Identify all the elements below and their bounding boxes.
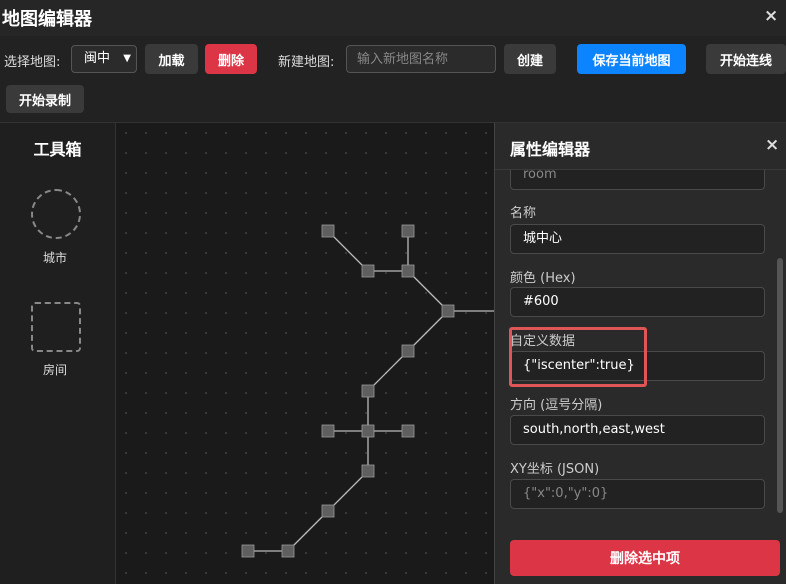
close-icon[interactable]: × — [765, 135, 779, 155]
map-node — [401, 224, 415, 238]
select-map-label: 选择地图: — [4, 55, 61, 70]
map-node — [241, 544, 255, 558]
map-node — [321, 504, 335, 518]
toolbox: 工具箱 城市 房间 — [0, 123, 116, 584]
save-map-button[interactable]: 保存当前地图 — [577, 44, 686, 74]
start-record-button[interactable]: 开始录制 — [6, 85, 84, 113]
title-bar: 地图编辑器 × — [0, 0, 786, 36]
map-node — [281, 544, 295, 558]
map-node — [401, 344, 415, 358]
city-tool-icon[interactable] — [31, 189, 81, 239]
close-icon[interactable]: × — [764, 6, 778, 26]
chevron-down-icon: ▼ — [123, 53, 131, 64]
custom-data-label: 自定义数据 — [510, 334, 576, 349]
property-editor: 属性编辑器 × room 名称 城中心 颜色 (Hex) #600 自定义数据 … — [494, 123, 786, 584]
map-node — [321, 224, 335, 238]
name-label: 名称 — [510, 206, 537, 221]
map-graph[interactable] — [116, 123, 496, 584]
map-node — [401, 424, 415, 438]
map-node — [361, 424, 375, 438]
xy-label: XY坐标 (JSON) — [510, 462, 600, 477]
name-field[interactable]: 城中心 — [510, 224, 765, 254]
color-field[interactable]: #600 — [510, 287, 765, 317]
property-editor-body: room 名称 城中心 颜色 (Hex) #600 自定义数据 {"iscent… — [495, 170, 786, 522]
map-node — [441, 304, 455, 318]
room-tool-label: 房间 — [42, 363, 67, 377]
map-select-value: 闽中 — [84, 51, 111, 66]
start-link-button[interactable]: 开始连线 — [706, 44, 786, 74]
window-title: 地图编辑器 — [2, 9, 92, 30]
type-field[interactable]: room — [510, 170, 765, 190]
city-tool-label: 城市 — [42, 251, 67, 265]
map-node — [361, 264, 375, 278]
new-map-label: 新建地图: — [278, 55, 335, 70]
color-label: 颜色 (Hex) — [510, 271, 576, 286]
delete-map-button[interactable]: 删除 — [205, 44, 257, 74]
new-map-name-input[interactable] — [346, 45, 496, 73]
map-select[interactable]: 闽中 ▼ — [71, 45, 137, 73]
xy-field[interactable]: {"x":0,"y":0} — [510, 479, 765, 509]
map-node — [321, 424, 335, 438]
map-node — [361, 464, 375, 478]
property-editor-title: 属性编辑器 — [510, 140, 591, 159]
map-node — [361, 384, 375, 398]
toolbox-title: 工具箱 — [33, 140, 82, 159]
map-canvas[interactable] — [116, 123, 496, 584]
custom-data-field[interactable]: {"iscenter":true} — [510, 351, 765, 381]
delete-selected-button[interactable]: 删除选中项 — [510, 540, 780, 576]
property-editor-header: 属性编辑器 × — [495, 123, 786, 170]
panel-scrollbar[interactable] — [777, 258, 783, 513]
create-map-button[interactable]: 创建 — [504, 44, 556, 74]
direction-field[interactable]: south,north,east,west — [510, 415, 765, 445]
room-tool-icon[interactable] — [31, 302, 81, 352]
direction-label: 方向 (逗号分隔) — [510, 398, 603, 413]
load-button[interactable]: 加载 — [145, 44, 198, 74]
map-node — [401, 264, 415, 278]
